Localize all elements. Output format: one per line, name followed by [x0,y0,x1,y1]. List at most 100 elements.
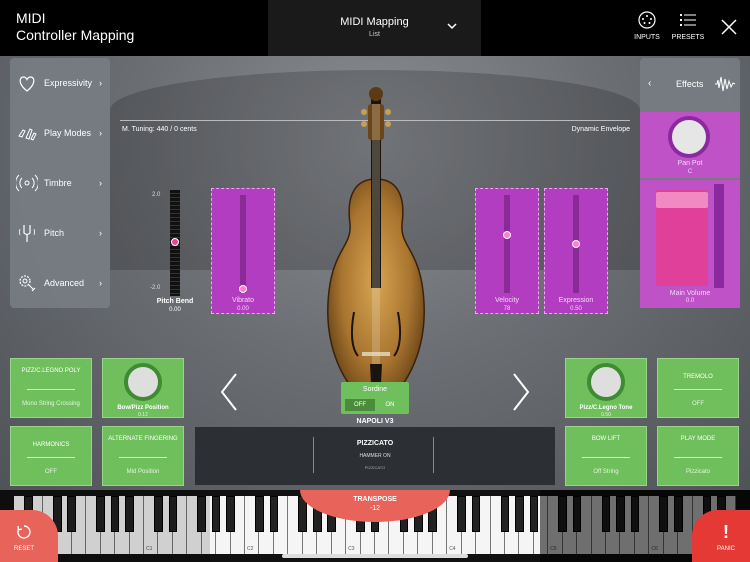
button-title: PLAY MODE [680,436,716,442]
octave-label: C4 [449,546,456,552]
reset-button[interactable]: RESET [0,510,58,562]
knob[interactable] [124,363,162,401]
sordine-on[interactable]: ON [375,399,405,411]
master-tuning[interactable]: M. Tuning: 440 / 0 cents [122,126,197,133]
black-key[interactable] [67,496,77,532]
black-key[interactable] [673,496,683,532]
black-key[interactable] [154,496,163,532]
play-mode-button[interactable]: PLAY MODE Pizzicato [657,426,739,486]
velocity-slider[interactable]: Velocity 78 [475,188,539,314]
slider-thumb[interactable] [239,285,247,293]
black-key[interactable] [572,496,582,532]
presets-button[interactable]: PRESETS [668,10,708,52]
wave-radio-icon [16,174,38,192]
button-value: OFF [45,469,57,475]
octave-label: C5 [550,546,557,552]
button-value: Off String [593,469,619,475]
main-volume-handle[interactable] [656,192,708,208]
midi-mapping-dropdown[interactable]: MIDI Mapping List [268,0,481,56]
chevron-down-icon [447,23,457,30]
sordine-off[interactable]: OFF [345,399,375,411]
black-key[interactable] [616,496,625,532]
pizz-legno-tone-knob[interactable]: Pizz/C.Legno Tone 0.50 [565,358,647,418]
black-key[interactable] [96,496,105,532]
octave-label: C3 [348,546,355,552]
chevron-right-icon: › [99,228,102,238]
category-pitch[interactable]: Pitch › [10,208,110,258]
black-key[interactable] [529,496,539,532]
octave-label: C6 [651,546,658,552]
effects-panel: ‹ Effects Pan Pot C Main Volume 0.0 [640,58,740,308]
tremolo-button[interactable]: TREMOLO OFF [657,358,739,418]
harmonics-button[interactable]: HARMONICS OFF [10,426,92,486]
expression-slider[interactable]: Expression 0.50 [544,188,608,314]
next-preset-arrow-icon[interactable] [510,372,532,412]
knob[interactable] [587,363,625,401]
pan-pot-knob[interactable] [668,116,710,158]
category-expressivity[interactable]: Expressivity › [10,58,110,108]
pan-pot-control[interactable]: Pan Pot C [640,112,740,178]
black-key[interactable] [211,496,221,532]
main-volume-control[interactable]: Main Volume 0.0 [640,180,740,308]
knob-label: Pizz/C.Legno Tone [579,405,633,411]
chevron-right-icon: › [99,278,102,288]
black-key[interactable] [558,496,568,532]
close-icon[interactable] [720,18,738,36]
bow-lift-button[interactable]: BOW LIFT Off String [565,426,647,486]
slider-thumb[interactable] [503,231,511,239]
home-indicator [282,554,468,558]
category-label: Timbre [44,178,72,188]
slider-label: Vibrato [231,297,255,304]
black-key[interactable] [515,496,524,532]
chevron-left-icon[interactable]: ‹ [648,78,651,89]
waveform-icon [715,76,736,92]
list-icon [680,14,696,26]
panic-button[interactable]: ! PANIC [692,510,750,562]
knob-label: Bow/Pizz Position [117,405,169,411]
pitch-bend-thumb[interactable] [171,238,179,246]
alternate-fingering-button[interactable]: ALTERNATE FINGERING Mid Position [102,426,184,486]
transpose-value: -12 [369,505,381,512]
inputs-button[interactable]: INPUTS [627,10,667,52]
sordine-toggle[interactable]: Sordine OFF ON [341,382,409,414]
black-key[interactable] [125,496,134,532]
black-key[interactable] [255,496,264,532]
articulation-display[interactable]: PIZZICATO HAMMER ON PIZZICATO [195,427,555,485]
pan-pot-label: Pan Pot [677,160,703,167]
black-key[interactable] [471,496,481,532]
category-label: Expressivity [44,78,93,88]
inputs-label: INPUTS [634,34,660,41]
category-timbre[interactable]: Timbre › [10,158,110,208]
black-key[interactable] [601,496,611,532]
category-advanced[interactable]: Advanced › [10,258,110,308]
midi-port-icon [638,11,656,29]
reset-icon [17,525,31,539]
black-key[interactable] [168,496,178,532]
top-bar: MIDI Controller Mapping MIDI Mapping Lis… [0,0,750,56]
black-key[interactable] [457,496,466,532]
dynamic-envelope[interactable]: Dynamic Envelope [572,126,630,133]
presets-label: PRESETS [671,34,705,41]
black-key[interactable] [197,496,207,532]
app-title: MIDI Controller Mapping [16,10,134,44]
black-key[interactable] [630,496,640,532]
black-key[interactable] [110,496,120,532]
bow-pizz-position-knob[interactable]: Bow/Pizz Position 0.12 [102,358,184,418]
main-volume-label: Main Volume [669,290,711,297]
heart-icon [19,76,35,92]
divider [27,389,75,390]
slider-thumb[interactable] [572,240,580,248]
category-play-modes[interactable]: Play Modes › [10,108,110,158]
black-key[interactable] [226,496,235,532]
black-key[interactable] [269,496,279,532]
black-key[interactable] [500,496,510,532]
previous-preset-arrow-icon[interactable] [218,372,240,412]
black-key[interactable] [659,496,669,532]
slider-value: 78 [503,306,511,312]
pizz-legno-poly-button[interactable]: PIZZ/C.LEGNO POLY Mono String Crossing [10,358,92,418]
divider [119,457,167,458]
vibrato-slider[interactable]: Vibrato 0.00 [211,188,275,314]
category-panel: Expressivity › Play Modes › Timbre › Pit… [10,58,110,308]
effects-header[interactable]: ‹ Effects [640,58,740,112]
double-bass-image [327,87,425,411]
